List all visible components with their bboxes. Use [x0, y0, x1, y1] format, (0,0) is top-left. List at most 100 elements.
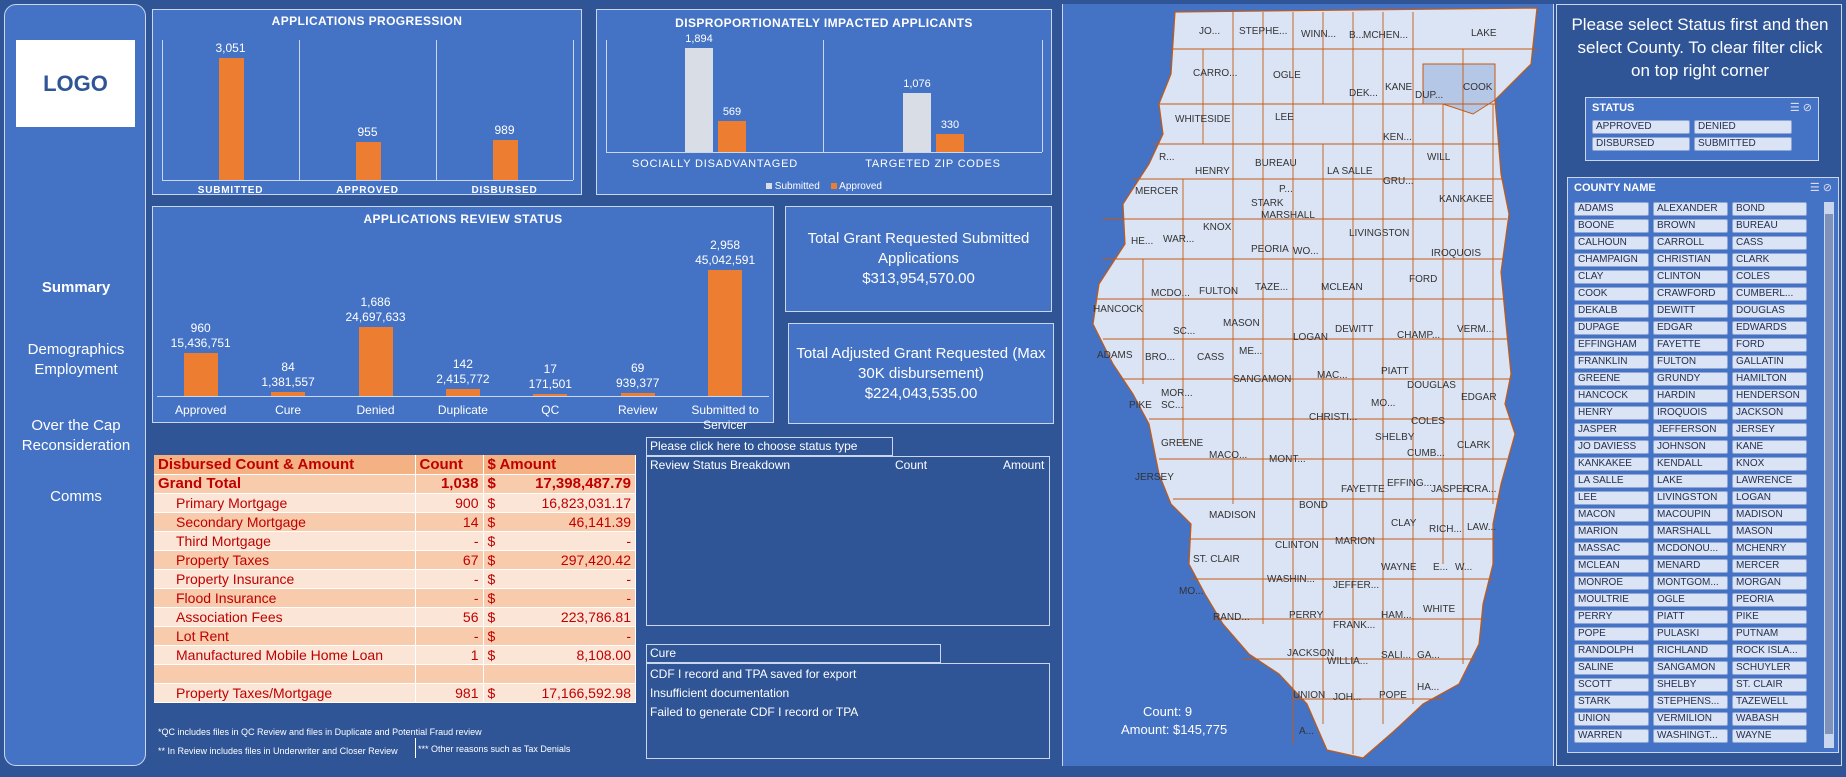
county-chip[interactable]: RICHLAND: [1653, 644, 1728, 658]
county-chip[interactable]: MASSAC: [1574, 542, 1649, 556]
review-bar[interactable]: [358, 327, 393, 396]
county-chip[interactable]: LEE: [1574, 491, 1649, 505]
county-chip[interactable]: FULTON: [1653, 355, 1728, 369]
county-chip[interactable]: MOULTRIE: [1574, 593, 1649, 607]
illinois-county-map[interactable]: JO... STEPHE... WINN... B... MCHEN... LA…: [1062, 4, 1554, 766]
county-chip[interactable]: IROQUOIS: [1653, 406, 1728, 420]
review-bar[interactable]: [533, 394, 568, 396]
county-chip[interactable]: MARION: [1574, 525, 1649, 539]
county-chip[interactable]: PIKE: [1732, 610, 1807, 624]
county-chip[interactable]: SCHUYLER: [1732, 661, 1807, 675]
disproportionate-bar-approved[interactable]: [718, 120, 746, 152]
county-chip[interactable]: GALLATIN: [1732, 355, 1807, 369]
county-chip[interactable]: BUREAU: [1732, 219, 1807, 233]
review-bar[interactable]: [708, 270, 743, 396]
county-chip[interactable]: WASHINGT...: [1653, 729, 1728, 743]
county-chip[interactable]: LAKE: [1653, 474, 1728, 488]
county-chip[interactable]: WABASH: [1732, 712, 1807, 726]
county-chip[interactable]: CHRISTIAN: [1653, 253, 1728, 267]
county-chip[interactable]: PULASKI: [1653, 627, 1728, 641]
county-chip[interactable]: KNOX: [1732, 457, 1807, 471]
county-chip[interactable]: MONROE: [1574, 576, 1649, 590]
county-scrollbar-thumb[interactable]: [1825, 214, 1833, 734]
county-chip[interactable]: SCOTT: [1574, 678, 1649, 692]
county-chip[interactable]: FAYETTE: [1653, 338, 1728, 352]
county-chip[interactable]: MASON: [1732, 525, 1807, 539]
county-chip[interactable]: MCLEAN: [1574, 559, 1649, 573]
county-chip[interactable]: JACKSON: [1732, 406, 1807, 420]
county-chip[interactable]: HAMILTON: [1732, 372, 1807, 386]
cure-tab[interactable]: Cure: [646, 644, 941, 663]
county-chip[interactable]: CHAMPAIGN: [1574, 253, 1649, 267]
county-chip[interactable]: LOGAN: [1732, 491, 1807, 505]
county-chip[interactable]: MCDONOU...: [1653, 542, 1728, 556]
county-chip[interactable]: MACON: [1574, 508, 1649, 522]
county-chip[interactable]: GREENE: [1574, 372, 1649, 386]
county-scrollbar[interactable]: [1824, 202, 1834, 748]
county-chip[interactable]: OGLE: [1653, 593, 1728, 607]
county-chip[interactable]: ST. CLAIR: [1732, 678, 1807, 692]
county-chip[interactable]: HARDIN: [1653, 389, 1728, 403]
county-chip[interactable]: COLES: [1732, 270, 1807, 284]
multi-select-icon[interactable]: ☰: [1810, 182, 1820, 194]
multi-select-icon[interactable]: ☰: [1790, 102, 1800, 114]
county-chip[interactable]: PEORIA: [1732, 593, 1807, 607]
county-chip[interactable]: VERMILION: [1653, 712, 1728, 726]
county-chip[interactable]: JOHNSON: [1653, 440, 1728, 454]
county-chip[interactable]: SALINE: [1574, 661, 1649, 675]
county-chip[interactable]: PUTNAM: [1732, 627, 1807, 641]
county-chip[interactable]: JO DAVIESS: [1574, 440, 1649, 454]
nav-over-the-cap[interactable]: Over the Cap Reconsideration: [5, 416, 147, 456]
county-chip[interactable]: GRUNDY: [1653, 372, 1728, 386]
county-chip[interactable]: KANKAKEE: [1574, 457, 1649, 471]
county-chip[interactable]: CALHOUN: [1574, 236, 1649, 250]
county-chip[interactable]: STARK: [1574, 695, 1649, 709]
nav-demographics-employment[interactable]: Demographics Employment: [5, 340, 147, 380]
county-chip[interactable]: COOK: [1574, 287, 1649, 301]
nav-comms[interactable]: Comms: [5, 487, 147, 507]
map-svg[interactable]: JO... STEPHE... WINN... B... MCHEN... LA…: [1063, 4, 1555, 766]
county-chip[interactable]: BOND: [1732, 202, 1807, 216]
county-chip[interactable]: FORD: [1732, 338, 1807, 352]
county-chip[interactable]: EDWARDS: [1732, 321, 1807, 335]
county-chip[interactable]: CARROLL: [1653, 236, 1728, 250]
county-chip[interactable]: SANGAMON: [1653, 661, 1728, 675]
county-chip[interactable]: DUPAGE: [1574, 321, 1649, 335]
county-chip[interactable]: CLINTON: [1653, 270, 1728, 284]
county-chip[interactable]: MENARD: [1653, 559, 1728, 573]
county-chip[interactable]: JASPER: [1574, 423, 1649, 437]
county-chip[interactable]: PIATT: [1653, 610, 1728, 624]
county-chip[interactable]: WARREN: [1574, 729, 1649, 743]
review-bar[interactable]: [271, 392, 306, 396]
county-chip[interactable]: MONTGOM...: [1653, 576, 1728, 590]
county-chip[interactable]: MADISON: [1732, 508, 1807, 522]
status-type-selector[interactable]: Please click here to choose status type: [646, 437, 893, 456]
county-chip[interactable]: PERRY: [1574, 610, 1649, 624]
review-bar[interactable]: [620, 393, 655, 396]
county-chip[interactable]: BOONE: [1574, 219, 1649, 233]
county-chip[interactable]: DOUGLAS: [1732, 304, 1807, 318]
county-chip[interactable]: MARSHALL: [1653, 525, 1728, 539]
county-chip[interactable]: HENDERSON: [1732, 389, 1807, 403]
county-chip[interactable]: ROCK ISLA...: [1732, 644, 1807, 658]
disproportionate-bar-submitted[interactable]: [685, 47, 713, 152]
county-chip[interactable]: MCHENRY: [1732, 542, 1807, 556]
county-chip[interactable]: HANCOCK: [1574, 389, 1649, 403]
county-chip[interactable]: JERSEY: [1732, 423, 1807, 437]
county-chip[interactable]: FRANKLIN: [1574, 355, 1649, 369]
status-chip-approved[interactable]: APPROVED: [1592, 120, 1690, 134]
county-chip[interactable]: MERCER: [1732, 559, 1807, 573]
county-chip[interactable]: HENRY: [1574, 406, 1649, 420]
disproportionate-bar-approved[interactable]: [936, 133, 964, 152]
county-chip[interactable]: KENDALL: [1653, 457, 1728, 471]
county-chip[interactable]: TAZEWELL: [1732, 695, 1807, 709]
nav-summary[interactable]: Summary: [5, 278, 147, 298]
progression-bar[interactable]: [492, 140, 518, 180]
progression-bar[interactable]: [218, 57, 244, 180]
status-chip-denied[interactable]: DENIED: [1694, 120, 1792, 134]
county-chip[interactable]: WAYNE: [1732, 729, 1807, 743]
county-chip[interactable]: MORGAN: [1732, 576, 1807, 590]
review-bar[interactable]: [183, 352, 218, 396]
county-chip[interactable]: LIVINGSTON: [1653, 491, 1728, 505]
county-chip[interactable]: SHELBY: [1653, 678, 1728, 692]
